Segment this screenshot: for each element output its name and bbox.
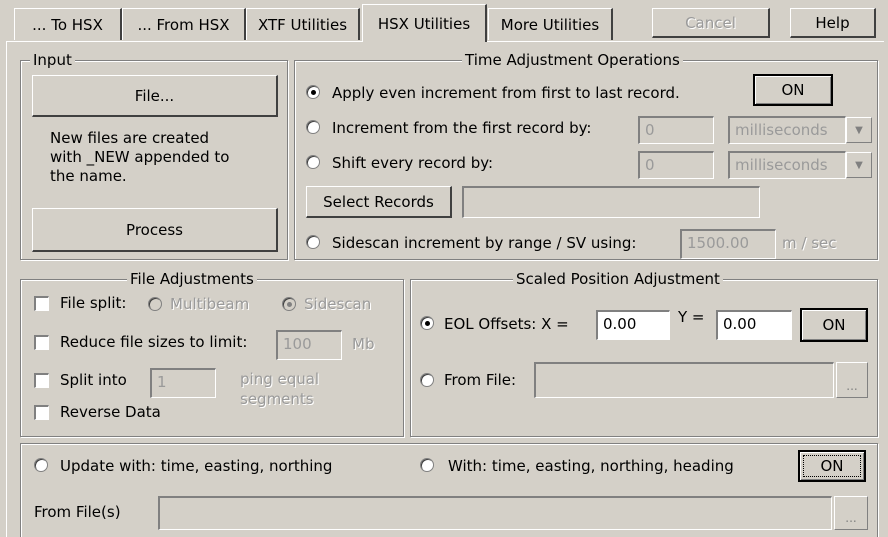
- shift-radio[interactable]: [306, 155, 320, 169]
- cancel-button[interactable]: Cancel: [652, 8, 770, 38]
- reduce-size-unit: Mb: [352, 335, 375, 353]
- split-into-field[interactable]: 1: [150, 368, 216, 398]
- split-unit-line2: segments: [240, 390, 314, 408]
- sidescan-increment-label: Sidescan increment by range / SV using:: [332, 234, 637, 252]
- scaled-on-button[interactable]: ON: [800, 308, 868, 342]
- input-group-legend: Input: [30, 51, 75, 69]
- chevron-down-icon[interactable]: ▼: [846, 117, 872, 143]
- time-on-button[interactable]: ON: [753, 74, 833, 106]
- update-on-button[interactable]: ON: [798, 450, 866, 482]
- update-with-radio[interactable]: [34, 458, 48, 472]
- sidescan-radio[interactable]: [282, 297, 296, 311]
- increment-label: Increment from the first record by:: [332, 119, 592, 137]
- sidescan-label: Sidescan: [304, 295, 372, 313]
- increment-radio[interactable]: [306, 120, 320, 134]
- from-files-field[interactable]: [158, 496, 832, 530]
- input-note: New files are created with _NEW appended…: [50, 129, 230, 185]
- multibeam-label: Multibeam: [170, 295, 250, 313]
- eol-x-field[interactable]: 0.00: [596, 310, 670, 340]
- tab-to-hsx[interactable]: ... To HSX: [14, 8, 122, 40]
- tab-from-hsx[interactable]: ... From HSX: [122, 8, 246, 40]
- with-heading-radio[interactable]: [420, 458, 434, 472]
- process-button[interactable]: Process: [32, 208, 278, 252]
- apply-even-radio[interactable]: [306, 85, 320, 99]
- sidescan-increment-radio[interactable]: [306, 235, 320, 249]
- radio-dot-icon: [311, 90, 316, 95]
- tab-xtf-utilities[interactable]: XTF Utilities: [246, 8, 360, 40]
- eol-y-field[interactable]: 0.00: [716, 310, 792, 340]
- file-adjustments-legend: File Adjustments: [127, 270, 257, 288]
- radio-dot-icon: [425, 321, 430, 326]
- eol-offsets-label: EOL Offsets: X =: [444, 315, 569, 333]
- increment-value-field[interactable]: 0: [638, 116, 714, 144]
- from-file-radio[interactable]: [420, 373, 434, 387]
- file-split-label: File split:: [60, 294, 127, 312]
- reduce-size-label: Reduce file sizes to limit:: [60, 333, 248, 351]
- split-unit-line1: ping equal: [240, 370, 320, 388]
- reduce-size-checkbox[interactable]: [34, 335, 49, 350]
- from-file-field[interactable]: [534, 362, 834, 398]
- sidescan-sv-field[interactable]: 1500.00: [680, 229, 776, 259]
- with-heading-label: With: time, easting, northing, heading: [448, 457, 734, 475]
- scaled-position-legend: Scaled Position Adjustment: [513, 270, 723, 288]
- from-files-label: From File(s): [34, 503, 121, 521]
- from-file-label: From File:: [444, 371, 517, 389]
- eol-offsets-radio[interactable]: [420, 316, 434, 330]
- multibeam-radio[interactable]: [148, 297, 162, 311]
- select-records-button[interactable]: Select Records: [306, 186, 452, 218]
- eol-y-label: Y =: [678, 308, 705, 326]
- split-into-checkbox[interactable]: [34, 373, 49, 388]
- tab-hsx-utilities[interactable]: HSX Utilities: [362, 4, 487, 42]
- reduce-size-field[interactable]: 100: [276, 330, 342, 360]
- radio-dot-icon: [287, 302, 292, 307]
- update-with-label: Update with: time, easting, northing: [60, 457, 333, 475]
- shift-value-field[interactable]: 0: [638, 151, 714, 179]
- chevron-down-icon[interactable]: ▼: [846, 152, 872, 178]
- time-adjustment-legend: Time Adjustment Operations: [462, 51, 683, 69]
- browse-file-button[interactable]: ...: [836, 362, 868, 398]
- file-split-checkbox[interactable]: [34, 296, 49, 311]
- sidescan-sv-unit: m / sec: [782, 234, 837, 252]
- scaled-position-group: [410, 279, 878, 437]
- tab-more-utilities[interactable]: More Utilities: [488, 8, 613, 40]
- shift-label: Shift every record by:: [332, 154, 494, 172]
- select-records-field[interactable]: [462, 186, 760, 218]
- apply-even-label: Apply even increment from first to last …: [332, 84, 680, 102]
- shift-unit-select[interactable]: milliseconds: [728, 151, 846, 179]
- reverse-data-label: Reverse Data: [60, 403, 161, 421]
- file-button[interactable]: File...: [32, 75, 278, 117]
- help-button[interactable]: Help: [790, 8, 876, 38]
- browse-files-button[interactable]: ...: [834, 496, 868, 530]
- reverse-data-checkbox[interactable]: [34, 405, 49, 420]
- increment-unit-select[interactable]: milliseconds: [728, 116, 846, 144]
- split-into-label: Split into: [60, 371, 127, 389]
